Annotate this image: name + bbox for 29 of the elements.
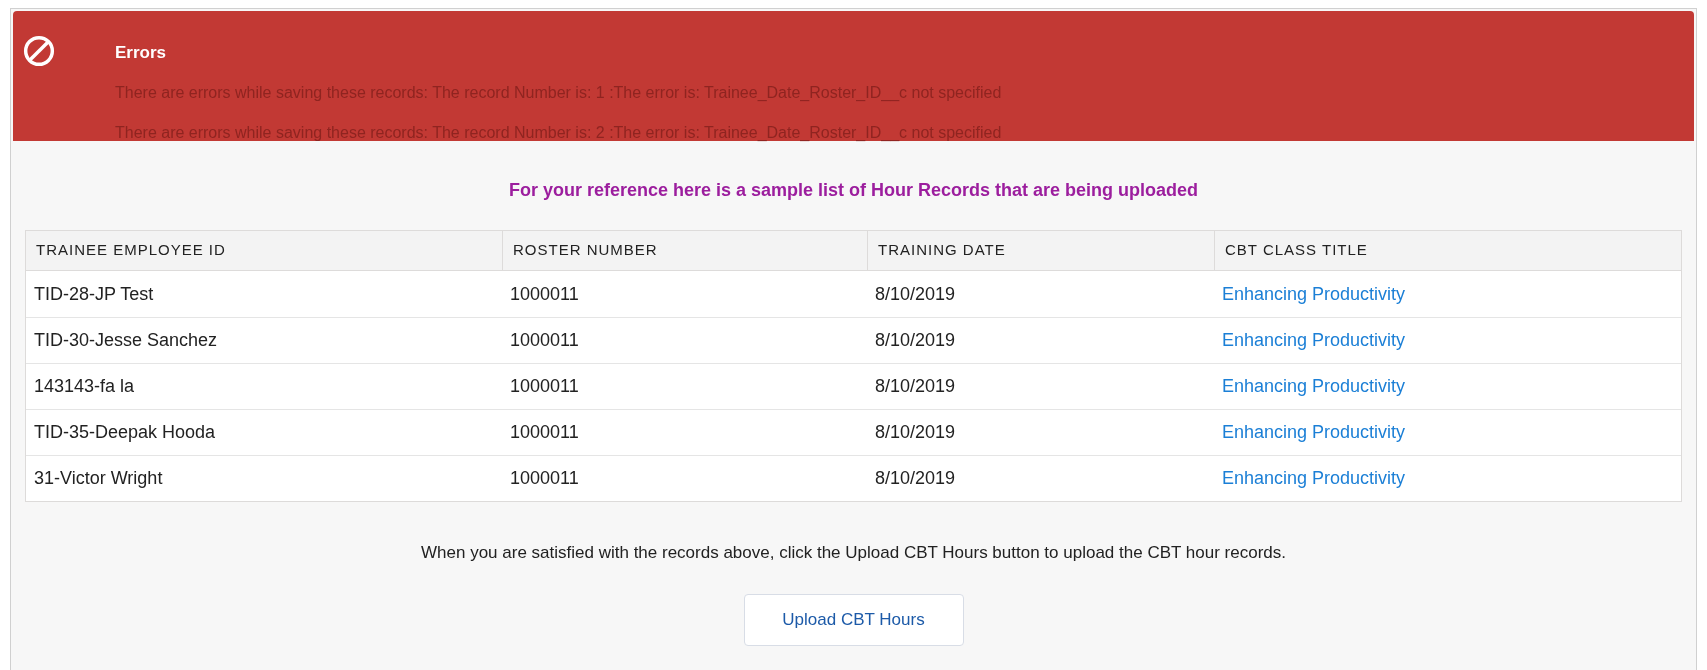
table-cell: 1000011 bbox=[510, 376, 579, 396]
column-header: TRAINING DATE bbox=[867, 231, 1214, 270]
error-title: Errors bbox=[115, 43, 168, 63]
table-cell: 31-Victor Wright bbox=[34, 468, 163, 488]
table-cell: 8/10/2019 bbox=[875, 422, 956, 442]
table-cell: TID-35-Deepak Hooda bbox=[34, 422, 216, 442]
table-cell: 1000011 bbox=[510, 468, 579, 488]
table-cell: 8/10/2019 bbox=[875, 283, 956, 304]
table-cell: 143143-fa la bbox=[34, 376, 135, 396]
blocked-icon bbox=[23, 35, 55, 67]
class-title-link[interactable]: Enhancing Productivity bbox=[1222, 330, 1406, 350]
table-cell: 1000011 bbox=[510, 422, 579, 442]
class-title-link[interactable]: Enhancing Productivity bbox=[1222, 376, 1406, 396]
instructions-text: When you are satisfied with the records above, click the Upload CBT Hours button to upload the CBT hour records. bbox=[421, 542, 1286, 564]
column-header: CBT CLASS TITLE bbox=[1214, 231, 1681, 270]
column-header: ROSTER NUMBER bbox=[502, 231, 867, 270]
class-title-link[interactable]: Enhancing Productivity bbox=[1222, 422, 1406, 442]
table-cell: 8/10/2019 bbox=[875, 468, 956, 488]
upload-button[interactable]: Upload CBT Hours bbox=[743, 593, 964, 646]
table-cell: TID-30-Jesse Sanchez bbox=[34, 330, 218, 350]
class-title-link[interactable]: Enhancing Productivity bbox=[1222, 468, 1406, 488]
table-cell: 8/10/2019 bbox=[875, 330, 956, 350]
section-heading: For your reference here is a sample list of Hour Records that are being uploaded bbox=[508, 179, 1199, 202]
table-cell: 1000011 bbox=[510, 330, 579, 350]
table-cell: TID-28-JP Test bbox=[34, 283, 154, 304]
column-header: TRAINEE EMPLOYEE ID bbox=[35, 240, 227, 261]
table-cell: 1000011 bbox=[510, 283, 579, 304]
class-title-link[interactable]: Enhancing Productivity bbox=[1222, 283, 1406, 304]
table-cell: 8/10/2019 bbox=[875, 376, 956, 396]
